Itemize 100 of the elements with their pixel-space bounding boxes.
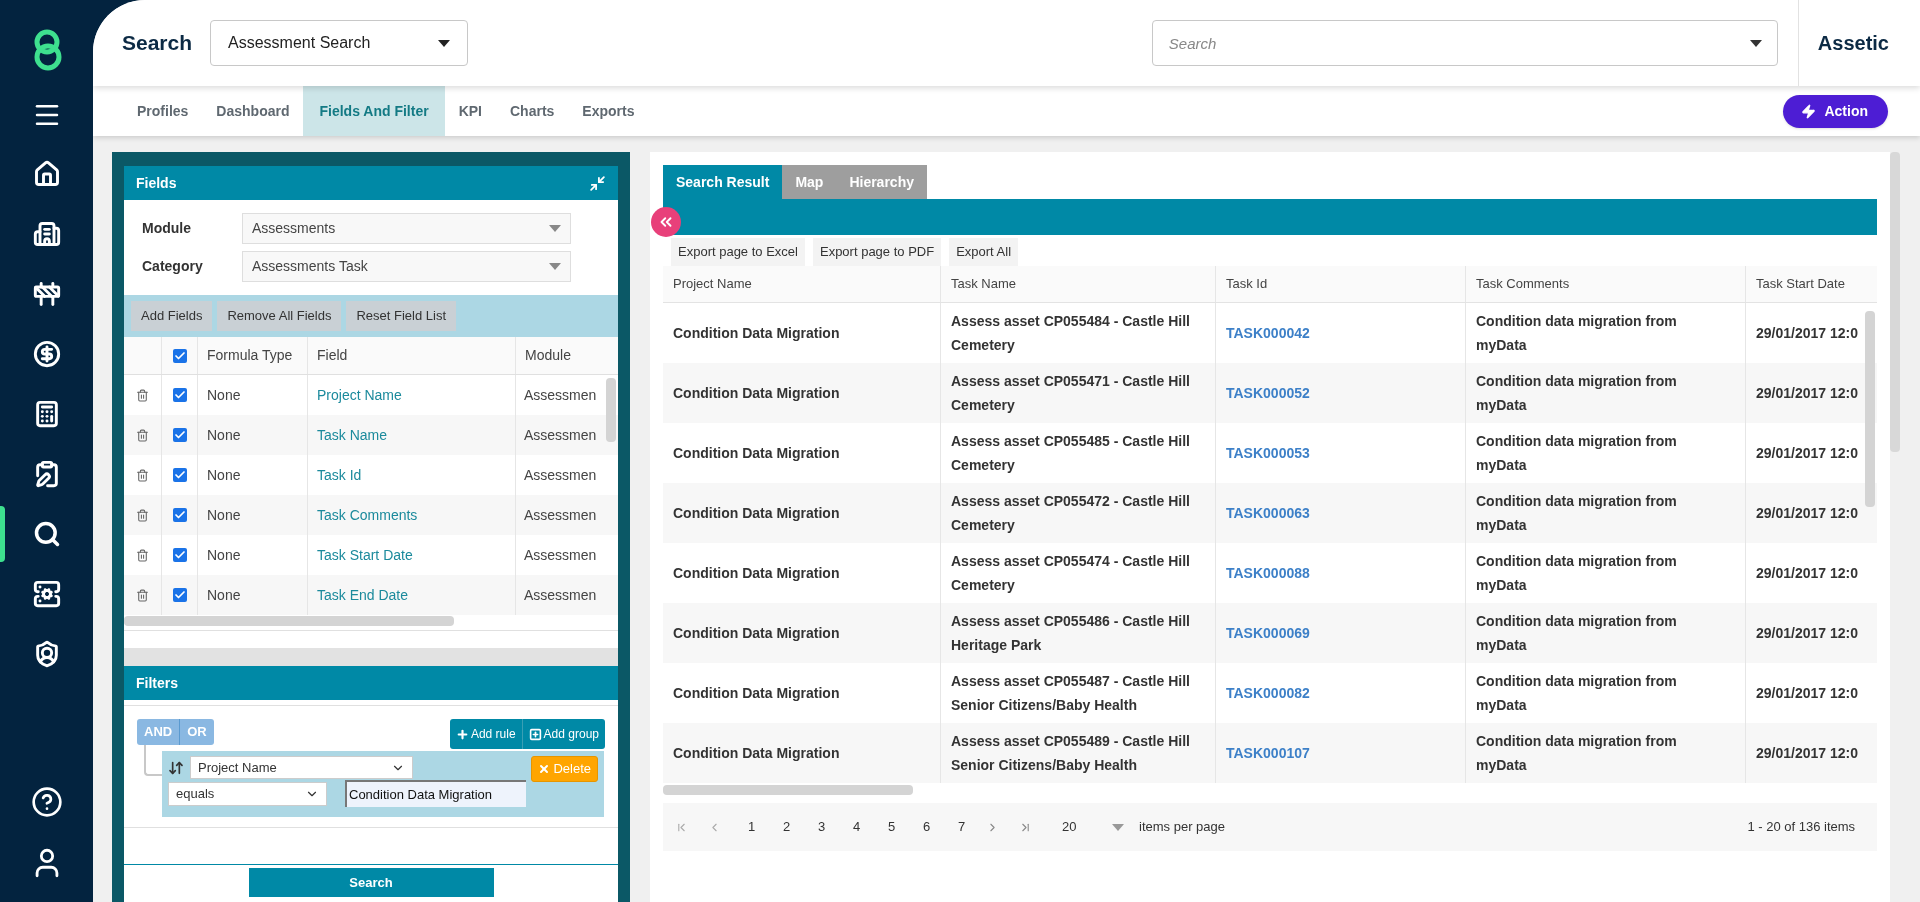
table-cell-text: Assess asset CP055485 - Castle Hill Cemetery	[951, 432, 1191, 475]
column-header: Formula Type	[198, 337, 308, 374]
caret-icon	[1749, 40, 1762, 47]
field-link[interactable]: Project Name	[317, 384, 402, 406]
table-cell-text: Condition data migration from myData	[1476, 732, 1678, 775]
table-cell-text: None	[207, 425, 241, 445]
brand-name: Assetic	[1817, 31, 1889, 56]
task-link[interactable]: TASK000053	[1226, 442, 1310, 464]
delete-icon[interactable]	[136, 508, 149, 522]
task-link[interactable]: TASK000069	[1226, 622, 1310, 644]
help-icon[interactable]	[30, 786, 63, 818]
field-select[interactable]: Project Name	[190, 756, 413, 779]
table-cell-text: None	[207, 585, 241, 605]
search-icon[interactable]	[32, 520, 61, 548]
lightning-icon	[1801, 103, 1817, 119]
table-cell-text: Condition data migration from myData	[1476, 312, 1678, 355]
column-header: Task Comments	[1476, 275, 1570, 294]
page-size-select[interactable]: 20	[1062, 817, 1124, 837]
sort-icon[interactable]	[168, 759, 184, 776]
table-cell-text: Condition Data Migration	[673, 563, 840, 583]
tab[interactable]: Charts	[496, 86, 569, 136]
table-cell-text: Assess asset CP055472 - Castle Hill Cemetery	[951, 492, 1191, 535]
delete-icon[interactable]	[136, 468, 149, 482]
export-button[interactable]: Export page to PDF	[812, 238, 942, 266]
tab[interactable]: KPI	[444, 86, 496, 136]
global-search-field[interactable]: Search	[1151, 20, 1778, 66]
home-icon[interactable]	[32, 160, 61, 188]
page-number[interactable]: 1	[735, 817, 768, 837]
horizontal-scrollbar[interactable]	[663, 785, 913, 795]
page-number[interactable]: 3	[805, 817, 838, 837]
task-link[interactable]: TASK000082	[1226, 682, 1310, 704]
task-link[interactable]: TASK000063	[1226, 502, 1310, 524]
toolbar-button[interactable]: Reset Field List	[346, 301, 457, 331]
tab[interactable]: Search Result	[663, 165, 783, 199]
panel-title: Fields	[136, 173, 177, 193]
table-cell-text: Condition Data Migration	[673, 503, 840, 523]
toolbar-button[interactable]: Add Fields	[131, 301, 213, 331]
page-number[interactable]: 5	[875, 817, 908, 837]
tab[interactable]: Exports	[568, 86, 649, 136]
task-link[interactable]: TASK000088	[1226, 562, 1310, 584]
caret-icon	[438, 39, 451, 47]
value-input[interactable]: Condition Data Migration	[345, 780, 526, 807]
checkbox[interactable]	[172, 468, 187, 482]
tab[interactable]: Fields And Filter	[303, 86, 445, 136]
select-field[interactable]: Assessments	[242, 213, 571, 244]
select-field[interactable]: Assessments Task	[242, 251, 571, 282]
action-button[interactable]: Action	[1783, 94, 1888, 128]
server-icon[interactable]	[32, 580, 61, 608]
table-cell-text: Condition data migration from myData	[1476, 492, 1678, 535]
task-link[interactable]: TASK000052	[1226, 382, 1310, 404]
delete-icon[interactable]	[136, 548, 149, 562]
page-scrollbar[interactable]	[1890, 152, 1900, 452]
checkbox[interactable]	[172, 428, 187, 442]
vertical-scrollbar[interactable]	[1865, 311, 1876, 507]
checkbox[interactable]	[172, 588, 187, 602]
task-link[interactable]: TASK000042	[1226, 322, 1310, 344]
table-cell-text: 29/01/2017 12:0	[1756, 683, 1858, 703]
checkbox[interactable]	[172, 548, 187, 562]
checkbox[interactable]	[172, 348, 187, 363]
delete-icon[interactable]	[136, 388, 149, 402]
collapse-panel-button[interactable]	[651, 207, 681, 237]
delete-icon[interactable]	[136, 428, 149, 442]
vertical-scrollbar[interactable]	[606, 378, 616, 442]
horizontal-scrollbar[interactable]	[124, 616, 454, 626]
tab[interactable]: Dashboard	[202, 86, 304, 136]
column-header: Task Id	[1226, 275, 1268, 294]
table-cell-text: Condition data migration from myData	[1476, 372, 1678, 415]
search-button[interactable]: Search	[248, 868, 494, 897]
page-number[interactable]: 2	[770, 817, 803, 837]
dollar-icon[interactable]	[32, 340, 61, 368]
table-cell-text: Assess asset CP055489 - Castle Hill Senior Citizens/Baby Health	[951, 732, 1191, 775]
table-cell-text: Condition data migration from myData	[1476, 432, 1678, 475]
column-header: Task Name	[951, 275, 1017, 294]
page-number[interactable]: 6	[910, 817, 943, 837]
panel-title: Filters	[136, 673, 178, 693]
table-cell-text: 29/01/2017 12:0	[1756, 623, 1858, 643]
operator-select[interactable]: equals	[168, 781, 327, 806]
task-link[interactable]: TASK000107	[1226, 742, 1310, 764]
export-button[interactable]: Export All	[949, 238, 1019, 266]
table-cell-text: Assessmen	[524, 505, 597, 525]
add-rule-button[interactable]: Add rule	[449, 719, 522, 749]
field-link[interactable]: Task Id	[317, 464, 362, 486]
toolbar-button[interactable]: Remove All Fields	[217, 301, 342, 331]
field-link[interactable]: Task End Date	[317, 584, 409, 606]
field-link[interactable]: Task Start Date	[317, 544, 413, 566]
add-group-button[interactable]: Add group	[521, 719, 605, 749]
tab[interactable]: Profiles	[123, 86, 203, 136]
page-number[interactable]: 4	[840, 817, 873, 837]
export-button[interactable]: Export page to Excel	[671, 238, 805, 266]
caret-icon	[549, 263, 561, 270]
building-icon[interactable]	[32, 220, 61, 248]
field-link[interactable]: Task Name	[317, 424, 388, 446]
field-link[interactable]: Task Comments	[317, 504, 418, 526]
collapse-icon[interactable]	[589, 174, 606, 192]
page-number[interactable]: 7	[945, 817, 978, 837]
checkbox[interactable]	[172, 508, 187, 522]
delete-icon[interactable]	[136, 588, 149, 602]
checkbox[interactable]	[172, 388, 187, 402]
search-type-dropdown[interactable]: Assessment Search	[210, 20, 469, 66]
table-cell-text: Assess asset CP055487 - Castle Hill Senior Citizens/Baby Health	[951, 672, 1191, 715]
